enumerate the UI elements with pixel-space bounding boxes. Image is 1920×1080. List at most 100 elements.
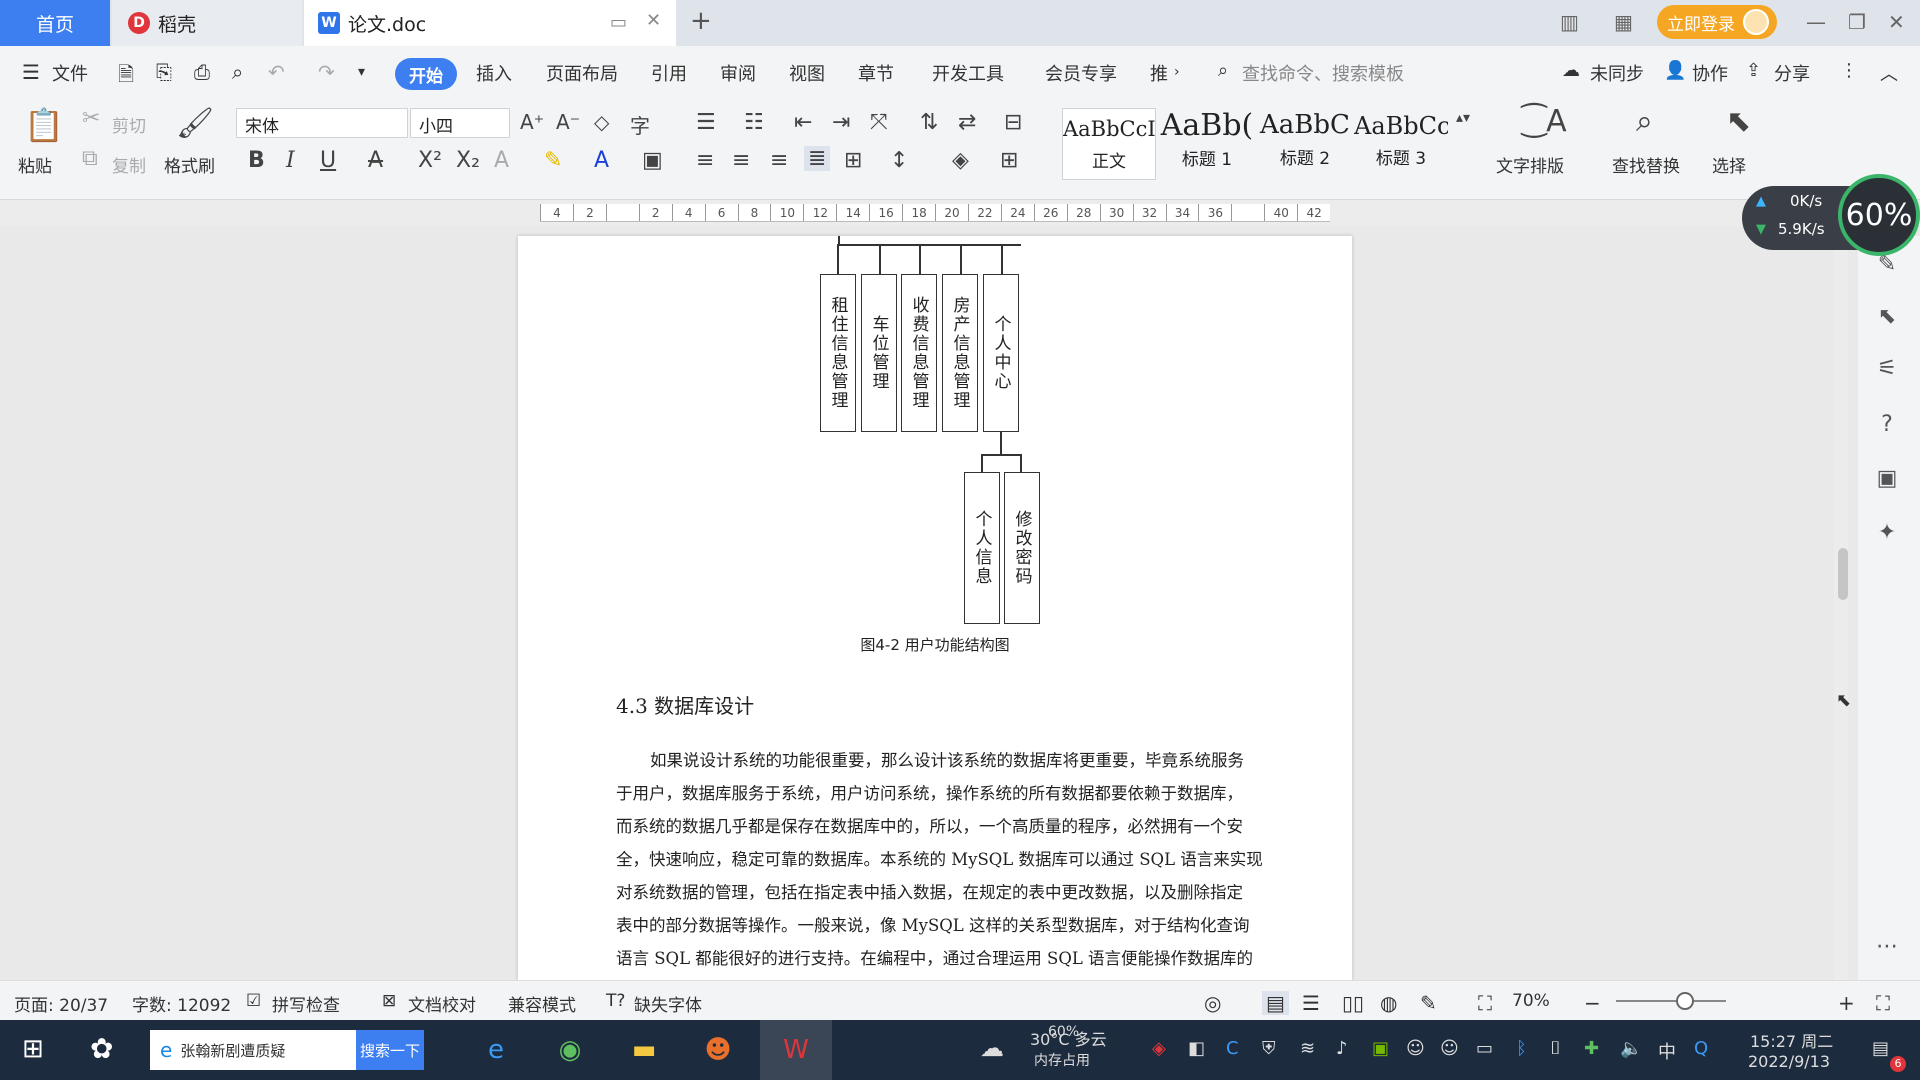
collapse-ribbon-icon[interactable]: ︿ [1880,60,1898,86]
help-icon[interactable]: ? [1872,412,1902,442]
battery-icon[interactable]: ▭ [1476,1038,1493,1059]
tray-app-icon[interactable]: ✚ [1584,1038,1599,1059]
more-side-icon[interactable]: ⋯ [1872,934,1902,964]
clock-date[interactable]: 2022/9/13 [1748,1052,1830,1071]
numbering-icon[interactable]: ☷ [744,110,764,135]
format-painter-button[interactable]: 格式刷 [164,152,215,177]
sort-icon[interactable]: ⇅ [920,110,938,135]
layout-icon[interactable]: ▥ [1560,10,1579,34]
windows-start-icon[interactable]: ⊞ [22,1034,44,1064]
char-border-icon[interactable]: ▣ [642,148,663,173]
text-layout-icon[interactable]: ⁐A [1522,104,1567,139]
menu-view[interactable]: 视图 [789,60,825,86]
edit-pen-icon[interactable]: ✎ [1872,252,1902,282]
new-tab-icon[interactable]: + [690,6,712,36]
redo-icon[interactable]: ↷ [318,60,335,84]
app-mascot-icon[interactable]: ☻ [696,1028,740,1072]
tray-app-icon[interactable]: C [1226,1038,1239,1059]
action-center-icon[interactable]: ▤ [1872,1038,1889,1059]
menu-insert[interactable]: 插入 [476,60,512,86]
select-button[interactable]: 选择 [1712,152,1746,177]
qq-icon[interactable]: ☺ [1440,1038,1459,1059]
reading-view-icon[interactable]: ▯▯ [1342,991,1364,1015]
find-replace-button[interactable]: 查找替换 [1612,152,1680,177]
bold-icon[interactable]: B [248,148,265,173]
distribute-icon[interactable]: ⊞ [844,148,862,173]
collab-button[interactable]: 协作 [1692,60,1728,86]
phonetic-icon[interactable]: 字 [630,110,650,139]
login-button[interactable]: 立即登录 [1657,5,1777,39]
align-center-icon[interactable]: ≡ [732,148,750,173]
vertical-scrollbar[interactable] [1834,236,1848,980]
web-view-icon[interactable]: ◍ [1380,991,1397,1015]
360-browser-icon[interactable]: ◉ [548,1028,592,1072]
para-mark-icon[interactable]: ⇄ [958,110,976,135]
clear-format-icon[interactable]: ◇ [594,110,609,134]
eye-protection-icon[interactable]: ◎ [1204,991,1221,1015]
restore-icon[interactable]: ❐ [1848,10,1866,34]
close-window-icon[interactable]: ✕ [1888,10,1905,34]
tab-docer[interactable]: D 稻壳 [112,0,302,46]
menu-chapter[interactable]: 章节 [858,60,894,86]
spell-check-icon[interactable]: ☑ [246,991,261,1011]
nvidia-icon[interactable]: ▣ [1372,1038,1389,1059]
format-painter-icon[interactable]: 🖌 [176,106,214,141]
bluetooth-icon[interactable]: ᛒ [1516,1038,1527,1059]
strikethrough-icon[interactable]: A [368,148,383,173]
zoom-slider-thumb[interactable] [1676,992,1694,1010]
zoom-out-icon[interactable]: − [1584,991,1601,1015]
menu-more[interactable]: 推 [1150,60,1168,86]
increase-indent-icon[interactable]: ⇥ [832,110,850,135]
input-method-icon[interactable]: Q [1694,1038,1708,1059]
sync-button[interactable]: 未同步 [1590,60,1644,86]
font-name-select[interactable]: 宋体 [236,108,408,138]
copy-button[interactable]: 复制 [112,152,146,177]
style-heading-1[interactable]: AaBb( 标题 1 [1160,108,1254,180]
notification-bell-icon[interactable]: ♪ [1336,1038,1348,1059]
style-heading-3[interactable]: AaBbCc 标题 3 [1354,108,1448,180]
document-page[interactable]: 租住信息管理 车位管理 收费信息管理 房产信息管理 个人中心 个人信息 修改密码… [518,236,1352,980]
zoom-slider[interactable] [1616,1000,1726,1002]
share-button[interactable]: 分享 [1774,60,1810,86]
file-explorer-icon[interactable]: ▬ [622,1028,666,1072]
memory-gauge[interactable]: 60% [1838,174,1920,256]
save-icon[interactable]: 🗎 [118,60,134,94]
fullscreen-icon[interactable]: ⛶ [1876,991,1890,1015]
image-check-icon[interactable]: ▣ [1872,466,1902,496]
paste-button[interactable]: 粘贴 [18,152,52,177]
menu-start[interactable]: 开始 [395,58,457,90]
wps-taskbar-icon[interactable]: W [760,1020,832,1080]
wifi-icon[interactable]: ≋ [1300,1038,1315,1059]
missing-font-button[interactable]: 缺失字体 [634,991,702,1016]
command-search-input[interactable]: 查找命令、搜索模板 [1242,60,1404,86]
close-tab-icon[interactable]: ✕ [646,10,661,31]
print-icon[interactable]: ⎙ [194,60,210,84]
subscript-icon[interactable]: X₂ [456,148,480,173]
cut-button[interactable]: 剪切 [112,112,146,137]
align-left-icon[interactable]: ≡ [696,148,714,173]
volume-icon[interactable]: 🔈 [1620,1038,1642,1059]
window-pin-icon[interactable]: ▭ [610,12,627,33]
text-layout-button[interactable]: 文字排版 [1496,152,1564,177]
hamburger-icon[interactable]: ☰ [22,60,40,84]
justify-icon[interactable]: ≣ [804,146,831,171]
clock-time[interactable]: 15:27 周二 [1750,1028,1833,1052]
decrease-indent-icon[interactable]: ⇤ [794,110,812,135]
tab-home[interactable]: 首页 [0,0,110,46]
export-icon[interactable]: ⎘ [156,60,172,84]
find-replace-icon[interactable]: ⌕ [1636,104,1653,139]
style-heading-2[interactable]: AaBbC 标题 2 [1258,108,1352,180]
zoom-level[interactable]: 70% [1512,991,1550,1011]
taskbar-search-input[interactable]: e 张翰新剧遭质疑 [150,1030,356,1070]
more-chevron-icon[interactable]: › [1174,64,1180,80]
ai-assistant-icon[interactable]: ✦ [1872,520,1902,550]
paste-icon[interactable]: 📋 [24,106,64,144]
cut-icon[interactable]: ✂ [82,106,100,131]
print-preview-icon[interactable]: ⌕ [232,60,243,84]
menu-dev-tools[interactable]: 开发工具 [932,60,1004,86]
proofread-button[interactable]: 文档校对 [408,991,476,1016]
highlight-icon[interactable]: ✎ [544,148,562,173]
page-indicator[interactable]: 页面: 20/37 [14,991,108,1016]
align-right-icon[interactable]: ≡ [770,148,788,173]
apps-grid-icon[interactable]: ▦ [1614,10,1633,34]
